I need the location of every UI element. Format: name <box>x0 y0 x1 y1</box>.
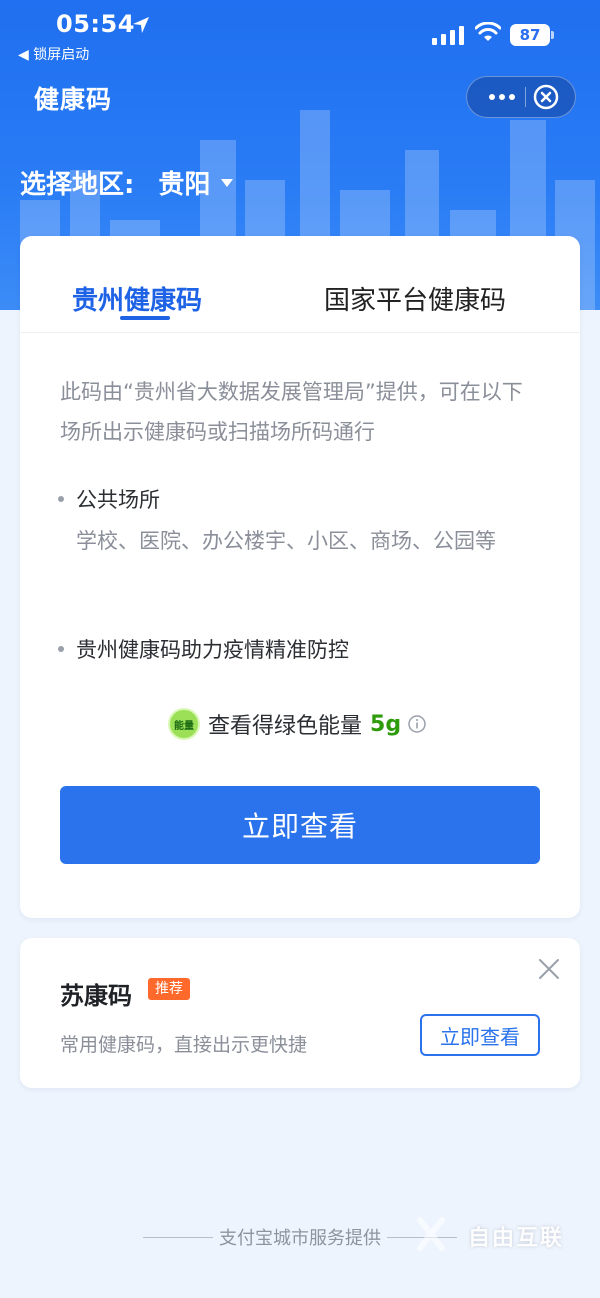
more-dots-icon[interactable] <box>479 77 525 117</box>
su-health-code-card: 苏康码 推荐 常用健康码，直接出示更快捷 立即查看 <box>20 938 580 1088</box>
battery-indicator: 87 <box>510 24 550 46</box>
intro-text: 此码由“贵州省大数据发展管理局”提供，可在以下场所出示健康码或扫描场所码通行 <box>60 380 523 444</box>
tab-bar: 贵州健康码 国家平台健康码 <box>20 236 580 333</box>
bullet-dot <box>58 496 64 502</box>
tab-national-health-code[interactable]: 国家平台健康码 <box>324 280 506 317</box>
miniapp-capsule <box>466 76 576 118</box>
view-now-button[interactable]: 立即查看 <box>60 786 540 864</box>
energy-text: 查看得绿色能量 <box>208 714 363 739</box>
bullet-title: 公共场所 <box>76 488 160 512</box>
energy-badge-icon: 能量 <box>168 708 200 740</box>
bullet-public-places: 公共场所 <box>58 484 160 514</box>
capsule-divider <box>525 87 526 107</box>
su-view-now-button[interactable]: 立即查看 <box>420 1014 540 1056</box>
su-card-description: 常用健康码，直接出示更快捷 <box>60 1034 308 1056</box>
green-energy-reward: 能量 查看得绿色能量 5g <box>168 706 427 742</box>
caret-down-icon[interactable] <box>220 178 234 188</box>
bullet-title: 贵州健康码助力疫情精准防控 <box>76 638 349 662</box>
close-circle-icon[interactable] <box>532 83 560 111</box>
cellular-signal-icon <box>432 26 464 45</box>
location-arrow-icon <box>133 17 149 33</box>
wifi-icon <box>475 22 501 41</box>
energy-amount: 5g <box>370 711 402 737</box>
region-selector[interactable]: 选择地区: 贵阳 <box>20 164 234 201</box>
health-code-card: 贵州健康码 国家平台健康码 此码由“贵州省大数据发展管理局”提供，可在以下场所出… <box>20 236 580 918</box>
close-icon[interactable] <box>538 958 560 980</box>
bullet-dot <box>58 646 64 652</box>
clock-time: 05:54 <box>56 10 135 38</box>
bullet-epidemic-control: 贵州健康码助力疫情精准防控 <box>58 634 349 664</box>
recommend-badge: 推荐 <box>148 978 190 1000</box>
back-to-app-link[interactable]: ◀ 锁屏启动 <box>18 44 89 64</box>
region-value[interactable]: 贵阳 <box>158 164 210 201</box>
tab-guizhou-health-code[interactable]: 贵州健康码 <box>72 280 202 317</box>
footer-text: 支付宝城市服务提供 <box>219 1228 381 1249</box>
info-icon[interactable] <box>407 714 427 734</box>
footer-divider-left <box>143 1236 213 1238</box>
region-label: 选择地区: <box>20 170 135 200</box>
status-bar: 05:54 ◀ 锁屏启动 87 <box>0 0 600 70</box>
active-tab-indicator <box>120 316 170 320</box>
su-card-title: 苏康码 <box>60 982 132 1010</box>
watermark-text: 自由互联 <box>468 1226 565 1251</box>
bullet-description: 学校、医院、办公楼宇、小区、商场、公园等 <box>76 529 496 553</box>
page-title: 健康码 <box>34 85 113 114</box>
battery-tip <box>551 31 554 39</box>
